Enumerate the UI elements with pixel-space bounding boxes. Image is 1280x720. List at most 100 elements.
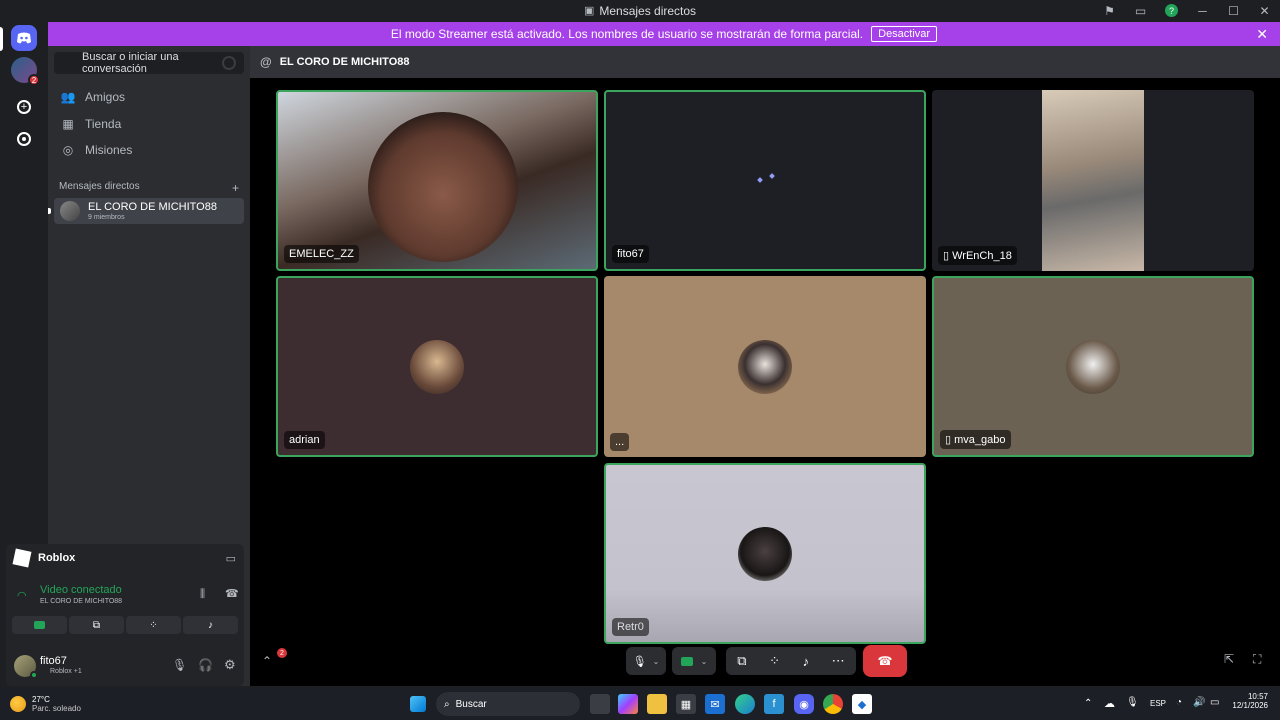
settings-gear-icon[interactable]: ⚙ [224,657,236,673]
noise-suppression-icon[interactable]: ⫼ [200,588,205,601]
taskbar-search[interactable]: ⌕ Buscar [436,692,580,716]
dm-item-group[interactable]: EL CORO DE MICHITO88 9 miembros [54,198,244,224]
dm-members: 9 miembros [88,213,125,221]
participant-avatar [410,339,464,394]
soundboard-button[interactable]: ♪ [183,616,238,634]
screen-share-icon[interactable]: ⧉ [737,653,746,669]
close-window-button[interactable]: ✕ [1249,4,1280,18]
weather-desc: Parc. soleado [32,704,81,713]
battery-icon[interactable]: ▭ [1210,697,1219,708]
minimize-button[interactable]: ─ [1187,4,1218,18]
username[interactable]: fito67 [40,655,67,667]
screen-share-button[interactable]: ⧉ [69,616,124,634]
quests-icon: ◎ [62,143,74,157]
inbox-icon: ▣ [583,5,595,17]
video-tile[interactable]: fito67 [604,90,926,271]
video-button[interactable] [12,616,67,634]
monitor-icon[interactable]: ▭ [1125,4,1156,18]
more-options-icon[interactable]: ⋯ [832,653,845,669]
mic-tray-icon[interactable]: 🎙 [1126,697,1139,708]
microphone-button[interactable]: 🎙 ⌄ [626,647,666,675]
activities-icon[interactable]: ⁘ [769,653,780,669]
search-conversation-button[interactable]: Buscar o iniciar una conversación [54,51,244,75]
microphone-icon[interactable]: 🎙 [172,658,187,672]
weather-widget[interactable]: 27°C Parc. soleado [10,692,81,716]
disconnect-icon[interactable]: ☎ [225,587,239,600]
edge-icon[interactable] [735,694,755,714]
participant-name: mva_gabo [954,434,1006,446]
video-face [368,112,518,262]
app-icon[interactable]: f [764,694,784,714]
soundboard-icon: ♪ [208,619,213,631]
store-icon[interactable]: ▦ [676,694,696,714]
streamer-mode-banner: El modo Streamer está activado. Los nomb… [48,22,1280,46]
hang-up-button[interactable]: ☎ [863,645,907,677]
task-view-icon[interactable] [590,694,610,714]
activity-row: Roblox ▭ [12,548,236,568]
discord-taskbar-icon[interactable]: ◉ [794,694,814,714]
nav-item-friends[interactable]: 👥 Amigos [56,84,242,110]
avatar-tile[interactable]: adrian [276,276,598,457]
video-tile[interactable]: EMELEC_ZZ [276,90,598,271]
dm-section-header: Mensajes directos + [59,181,239,195]
banner-text: El modo Streamer está activado. Los nomb… [390,27,864,41]
activities-icon: ⁘ [149,619,158,631]
avatar-tile[interactable]: Retr0 [604,463,926,644]
nav-item-store[interactable]: ▦ Tienda [56,111,242,137]
mail-icon[interactable]: ✉ [705,694,725,714]
unread-indicator [48,208,51,214]
file-explorer-icon[interactable] [647,694,667,714]
chevron-down-icon[interactable]: ⌄ [701,657,708,666]
notification-badge: 2 [277,648,287,658]
voice-channel[interactable]: EL CORO DE MICHITO88 [40,598,122,605]
camera-button[interactable]: ⌄ [672,647,716,675]
volume-icon[interactable]: 🔊 [1193,697,1205,708]
wifi-icon[interactable]: ◔ [1176,697,1182,708]
tray-overflow-icon[interactable]: ⌃ [1084,698,1092,709]
avatar-tile[interactable]: ▯ mva_gabo [932,276,1254,457]
voice-panel: Roblox ▭ ◠ Video conectado EL CORO DE MI… [6,544,244,686]
discord-home-icon[interactable] [11,25,37,51]
close-banner-icon[interactable]: ✕ [1256,26,1268,43]
headphones-icon[interactable]: 🎧 [198,658,213,672]
onedrive-icon[interactable]: ☁ [1104,697,1115,710]
nav-item-quests[interactable]: ◎ Misiones [56,137,242,163]
explore-icon[interactable] [17,132,31,146]
create-dm-icon[interactable]: + [232,181,239,195]
user-avatar-icon[interactable]: 2 [11,57,40,86]
loading-spinner-icon [222,56,236,70]
avatar-tile[interactable]: ... [604,276,926,457]
online-status-icon [30,671,38,679]
language-indicator[interactable]: ESP [1150,699,1166,708]
participant-label: ▯ mva_gabo [940,430,1011,449]
add-server-icon[interactable]: + [17,100,31,114]
channel-header: @ EL CORO DE MICHITO88 [250,46,1280,78]
fullscreen-icon[interactable]: ⛶ [1253,652,1261,667]
copilot-icon[interactable] [618,694,638,714]
stream-game-icon[interactable]: ▭ [226,552,236,565]
dm-header-label: Mensajes directos [59,181,140,192]
pop-out-icon[interactable]: ⇱ [1224,652,1234,666]
expand-icon[interactable]: ⌃ [262,654,272,668]
video-tile[interactable]: ▯ WrEnCh_18 [932,90,1254,271]
help-icon[interactable]: ? [1156,4,1187,17]
chevron-down-icon[interactable]: ⌄ [653,657,660,666]
friends-icon: 👥 [60,90,76,104]
user-activity: Roblox +1 [50,668,82,675]
disable-streamer-button[interactable]: Desactivar [871,26,938,42]
camera-icon [34,621,45,629]
soundboard-icon[interactable]: ♪ [803,654,810,669]
screen-share-button[interactable]: ⧉ ⁘ ♪ ⋯ [726,647,856,675]
user-row: fito67 Roblox +1 🎙 🎧 ⚙ [12,652,238,680]
clock[interactable]: 10:57 12/1/2026 [1228,692,1268,710]
roblox-taskbar-icon[interactable]: ◆ [852,694,872,714]
voice-status[interactable]: Video conectado [40,584,122,596]
activities-button[interactable]: ⁘ [126,616,181,634]
windows-start-icon[interactable] [410,696,426,712]
roblox-icon [12,548,32,568]
selected-indicator [0,27,3,51]
maximize-button[interactable]: ☐ [1218,4,1249,18]
flag-icon[interactable]: ⚑ [1094,4,1125,18]
chrome-icon[interactable] [823,694,843,714]
window-title-text: Mensajes directos [599,3,697,18]
